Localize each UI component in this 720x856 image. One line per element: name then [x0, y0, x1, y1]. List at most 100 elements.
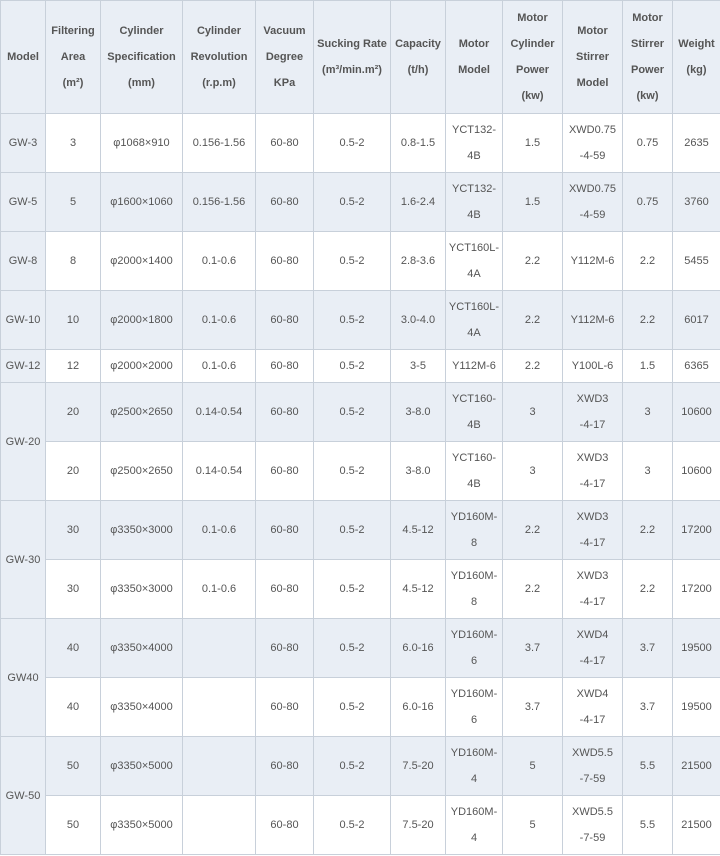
cell-vac: 60-80: [255, 172, 314, 232]
cell-area: 40: [45, 677, 101, 737]
table-row: 30 φ3350×3000 0.1-0.6 60-80 0.5-2 4.5-12 YD160…: [1, 559, 720, 619]
cell-mm-line: 6: [470, 655, 478, 667]
header-msm-line: Stirrer: [575, 51, 610, 63]
header-spec-line: (mm): [128, 77, 155, 89]
cell-suck: 0.5-2: [313, 500, 391, 560]
cell-msp: 1.5: [622, 349, 673, 383]
cell-vac: 60-80: [255, 500, 314, 560]
cell-vac: 60-80: [255, 559, 314, 619]
cell-mm-line: 4: [470, 773, 478, 785]
cell-mm-line: YD160M-: [450, 629, 498, 641]
header-cap-line: Capacity: [395, 38, 441, 50]
cell-area: 30: [45, 500, 101, 560]
header-msp-line: (kw): [636, 90, 659, 102]
cell-suck: 0.5-2: [313, 382, 391, 442]
cell-suck: 0.5-2: [313, 349, 391, 383]
cell-cap: 6.0-16: [390, 618, 446, 678]
cell-msm-line: -7-59: [579, 773, 606, 785]
cell-spec: φ2000×2000: [100, 349, 183, 383]
cell-msm: XWD0.75 -4-59: [562, 172, 623, 232]
header-model-line: Model: [7, 51, 39, 63]
cell-suck: 0.5-2: [313, 677, 391, 737]
header-weight-line: Weight: [678, 38, 715, 50]
cell-mm-line: YD160M-: [450, 511, 498, 523]
cell-vac: 60-80: [255, 290, 314, 350]
cell-area: 20: [45, 382, 101, 442]
cell-mm: YCT160- 4B: [445, 441, 503, 501]
cell-msm-line: XWD0.75: [568, 124, 617, 136]
header-msp: Motor Stirrer Power (kw): [622, 0, 673, 114]
cell-msm-line: -4-17: [579, 419, 606, 431]
table-row: GW-20 20 φ2500×2650 0.14-0.54 60-80 0.5-2 3-8.…: [0, 382, 720, 501]
cell-msp: 0.75: [622, 172, 673, 232]
cell-msp: 3: [622, 441, 673, 501]
cell-mm-line: 4B: [467, 478, 481, 490]
cell-msm-line: XWD3: [576, 452, 609, 464]
cell-vac: 60-80: [255, 231, 314, 291]
cell-vac: 60-80: [255, 677, 314, 737]
table-row: GW-3 3 φ1068×910 0.156-1.56 60-80 0.5-2 0.8-1.…: [0, 113, 720, 173]
cell-mm-line: 4A: [467, 327, 481, 339]
cell-area: 3: [45, 113, 101, 173]
cell-spec: φ2000×1800: [100, 290, 183, 350]
cell-msm-line: XWD3: [576, 570, 609, 582]
cell-area: 5: [45, 172, 101, 232]
cell-mm: YD160M- 6: [445, 677, 503, 737]
cell-mm: YCT132- 4B: [445, 172, 503, 232]
cell-mcp: 5: [502, 795, 563, 855]
cell-mm-line: YCT132-: [451, 183, 497, 195]
cell-vac: 60-80: [255, 736, 314, 796]
cell-mm-line: 4A: [467, 268, 481, 280]
cell-msm-line: -4-17: [579, 714, 606, 726]
cell-weight: 19500: [672, 677, 720, 737]
cell-cap: 7.5-20: [390, 795, 446, 855]
cell-mm-line: YCT160-: [451, 452, 497, 464]
cell-spec: φ3350×4000: [100, 618, 183, 678]
cell-area: 40: [45, 618, 101, 678]
header-weight-line: (kg): [686, 64, 707, 76]
cell-suck: 0.5-2: [313, 795, 391, 855]
cell-msp: 3.7: [622, 677, 673, 737]
cell-rev: [182, 618, 256, 678]
cell-model: GW40: [0, 618, 46, 737]
header-mcp-line: Cylinder: [510, 38, 555, 50]
header-msm-line: Motor: [577, 25, 608, 37]
header-mm-line: Model: [458, 64, 490, 76]
cell-msm-line: XWD0.75: [568, 183, 617, 195]
cell-cap: 1.6-2.4: [390, 172, 446, 232]
cell-model: GW-3: [0, 113, 46, 173]
cell-msm: XWD5.5 -7-59: [562, 795, 623, 855]
table-row: GW-30 30 φ3350×3000 0.1-0.6 60-80 0.5-2 4.5-12…: [0, 500, 720, 619]
cell-msp: 3.7: [622, 618, 673, 678]
cell-msm: XWD0.75 -4-59: [562, 113, 623, 173]
header-rev: Cylinder Revolution (r.p.m): [182, 0, 256, 114]
cell-rev: 0.1-0.6: [182, 290, 256, 350]
cell-mm-line: 8: [470, 537, 478, 549]
cell-msm: XWD5.5 -7-59: [562, 736, 623, 796]
cell-vac: 60-80: [255, 795, 314, 855]
cell-area: 50: [45, 795, 101, 855]
cell-msp: 5.5: [622, 736, 673, 796]
header-mm: Motor Model: [445, 0, 503, 114]
spec-table: Model Filtering Area (m²) Cylinder Specificat…: [0, 0, 720, 855]
cell-suck: 0.5-2: [313, 113, 391, 173]
header-suck: Sucking Rate (m³/min.m²): [313, 0, 391, 114]
header-row: Model Filtering Area (m²) Cylinder Specificat…: [0, 0, 720, 114]
cell-msp: 2.2: [622, 231, 673, 291]
header-mcp: Motor Cylinder Power (kw): [502, 0, 563, 114]
cell-cap: 3-8.0: [390, 382, 446, 442]
table-row: 50 φ3350×5000 60-80 0.5-2 7.5-20 YD160M- 4 5 XWD…: [1, 795, 720, 855]
cell-weight: 17200: [672, 559, 720, 619]
cell-area: 12: [45, 349, 101, 383]
cell-mm: YD160M- 8: [445, 500, 503, 560]
cell-model: GW-12: [0, 349, 46, 383]
table-row: 40 φ3350×4000 60-80 0.5-2 6.0-16 YD160M- 6 3.7 X…: [1, 677, 720, 737]
cell-suck: 0.5-2: [313, 559, 391, 619]
cell-suck: 0.5-2: [313, 290, 391, 350]
cell-mm: YCT160L- 4A: [445, 231, 503, 291]
cell-msm-line: XWD3: [576, 393, 609, 405]
cell-mm-line: YCT160L-: [448, 301, 500, 313]
cell-msp: 5.5: [622, 795, 673, 855]
cell-weight: 5455: [672, 231, 720, 291]
table-row: GW-10 10 φ2000×1800 0.1-0.6 60-80 0.5-2 3.0-4.…: [0, 290, 720, 350]
